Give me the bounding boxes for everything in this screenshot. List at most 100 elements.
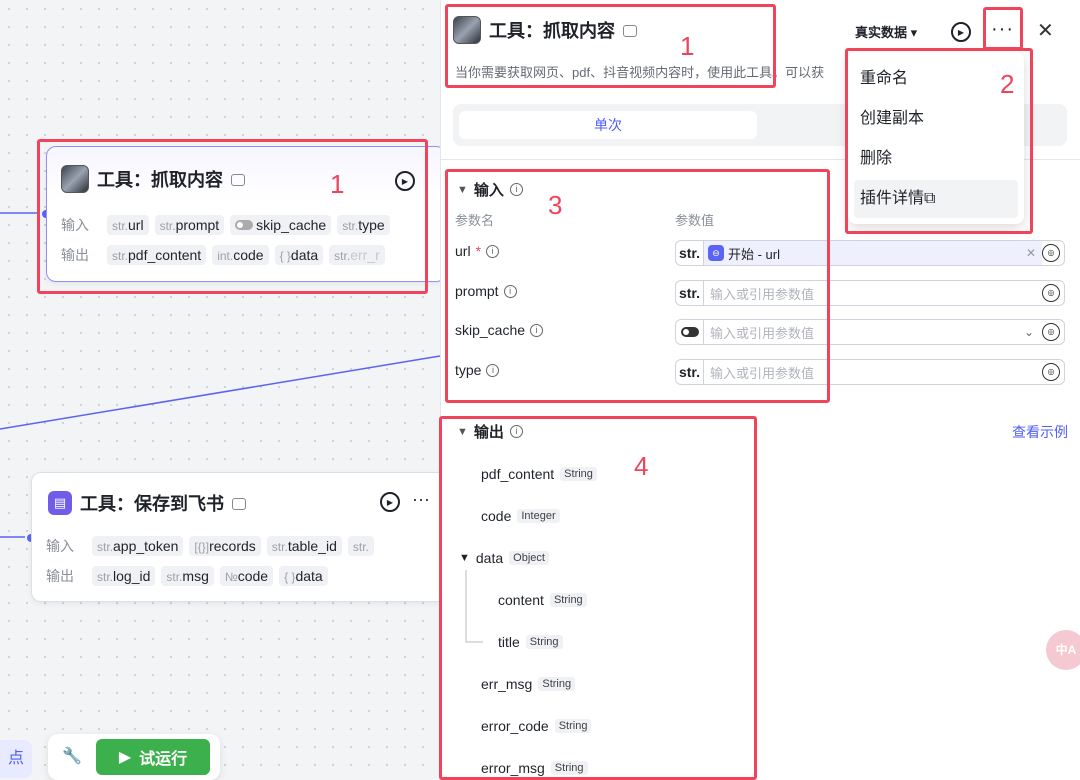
sheet-icon: ▤ [48,491,72,515]
type-placeholder: 输入或引用参数值 [710,365,815,381]
output-chip-msg: str.msg [161,566,214,586]
input-section-title: 输入 [473,182,504,199]
view-example-link[interactable]: 查看示例 [1012,422,1068,442]
output-chip-log-id: str.log_id [92,566,156,586]
tool-avatar [453,16,481,44]
output-chip-err: str.err_r [329,245,385,265]
run-node-icon[interactable]: ▶ [380,492,400,512]
type-prefix: str. [676,241,704,265]
menu-item-delete[interactable]: 删除 [848,140,1024,178]
wrench-icon[interactable]: 🔧 [62,746,82,766]
tab-single[interactable]: 单次 [459,111,757,139]
play-icon: ▶ [118,749,132,766]
prompt-field[interactable]: str. 输入或引用参数值 ◎ [675,280,1065,306]
node-save-feishu[interactable]: ▤ 工具：保存到飞书 ▶ ··· 输入 str.app_token [{}]re… [31,472,451,602]
param-label-type: type i [455,362,500,378]
panel-title[interactable]: 工具：抓取内容 [489,17,615,43]
toggle-icon [680,327,699,337]
input-chip-table-id: str.table_id [266,536,342,556]
node-fetch-content[interactable]: 工具：抓取内容 ▶ 输入 str.url str.prompt skip_cac… [46,146,446,282]
node-more-icon[interactable]: ··· [412,489,430,510]
node-title: 工具：保存到飞书 [80,494,224,514]
toggle-icon [235,220,254,230]
input-chip-more: str. [347,536,374,556]
menu-item-rename[interactable]: 重命名 [848,60,1024,98]
type-prefix: str. [676,281,704,305]
output-chip-code: №code [219,566,274,586]
plugin-badge-icon [232,498,246,510]
info-icon: i [486,363,500,377]
output-item: content String [498,592,587,608]
toggle-prefix [676,320,704,344]
output-section-title: 输出 [473,424,504,441]
start-node-icon: ⊖ [708,245,724,261]
chevron-down-icon: ▼ [457,183,468,196]
target-icon[interactable]: ◎ [1042,323,1060,341]
translate-float-button[interactable]: 中A [1046,630,1080,670]
target-icon[interactable]: ◎ [1042,284,1060,302]
output-item: error_msg String [481,760,588,776]
target-icon[interactable]: ◎ [1042,244,1060,262]
annotation-number: 4 [634,451,649,481]
run-node-icon[interactable]: ▶ [395,171,415,191]
param-label-skip-cache: skip_cache i [455,322,544,338]
output-item: title String [498,634,563,650]
panel-description: 当你需要获取网页、pdf、抖音视频内容时，使用此工具。可以获 [455,65,825,80]
test-run-label: 试运行 [139,751,188,768]
prompt-placeholder: 输入或引用参数值 [710,286,815,302]
menu-item-duplicate[interactable]: 创建副本 [848,100,1024,138]
output-item: err_msg String [481,676,576,692]
output-item-data[interactable]: ▼ data Object [459,550,549,566]
run-icon[interactable]: ▶ [951,22,971,42]
more-options-icon[interactable]: ··· [991,18,1014,41]
input-chip-type: str.type [337,215,390,235]
info-icon: i [509,183,523,196]
clear-icon[interactable]: ✕ [1026,246,1036,260]
type-prefix: str. [676,360,704,384]
input-chip-app-token: str.app_token [92,536,184,556]
input-chip-prompt: str.prompt [154,215,225,235]
col-param-name: 参数名 [455,213,495,228]
target-icon[interactable]: ◎ [1042,363,1060,381]
menu-item-plugin-details[interactable]: 插件详情⧉ [854,180,1018,218]
data-mode-select[interactable]: 真实数据 ▾ [855,22,917,41]
input-chip-skip-cache: skip_cache [230,215,332,235]
more-options-menu: 重命名 创建副本 删除 插件详情⧉ [848,52,1024,224]
add-node-button[interactable]: 点 [0,740,32,778]
input-label: 输入 [61,217,89,233]
chevron-down-icon: ▼ [457,425,468,438]
type-field[interactable]: str. 输入或引用参数值 ◎ [675,359,1065,385]
plugin-badge-icon [623,25,637,37]
output-chip-data: { }data [274,245,324,265]
input-chip-url: str.url [107,215,149,235]
caret-down-icon: ▼ [459,552,470,564]
node-title: 工具：抓取内容 [97,170,223,190]
skip-cache-field[interactable]: 输入或引用参数值 ⌄ ◎ [675,319,1065,345]
info-icon: i [486,244,500,258]
info-icon: i [509,425,523,438]
col-param-value: 参数值 [675,213,715,228]
info-icon: i [530,323,544,337]
input-chip-records: [{}]records [189,536,261,556]
input-section-header[interactable]: ▼ 输入 i [457,179,523,200]
param-label-url: url * i [455,243,500,259]
skip-cache-placeholder: 输入或引用参数值 [710,325,815,341]
chevron-down-icon[interactable]: ⌄ [1024,325,1034,339]
input-label: 输入 [46,538,74,554]
close-icon[interactable]: ✕ [1037,18,1054,43]
annotation-number: 1 [680,31,695,61]
output-item: pdf_content String [481,466,597,482]
plugin-badge-icon [231,174,245,186]
output-chip-pdf-content: str.pdf_content [107,245,207,265]
tree-lines [465,570,483,643]
tool-avatar [61,165,89,193]
info-icon: i [503,284,517,298]
output-label: 输出 [61,247,89,263]
output-item: code Integer [481,508,560,524]
url-field[interactable]: str. ⊖ 开始 - url ✕ ◎ [675,240,1065,266]
output-chip-data: { }data [279,566,328,586]
output-section-header[interactable]: ▼ 输出 i [457,421,523,442]
annotation-number: 1 [330,169,345,199]
output-item: error_code String [481,718,592,734]
test-run-button[interactable]: ▶ 试运行 [96,739,210,775]
